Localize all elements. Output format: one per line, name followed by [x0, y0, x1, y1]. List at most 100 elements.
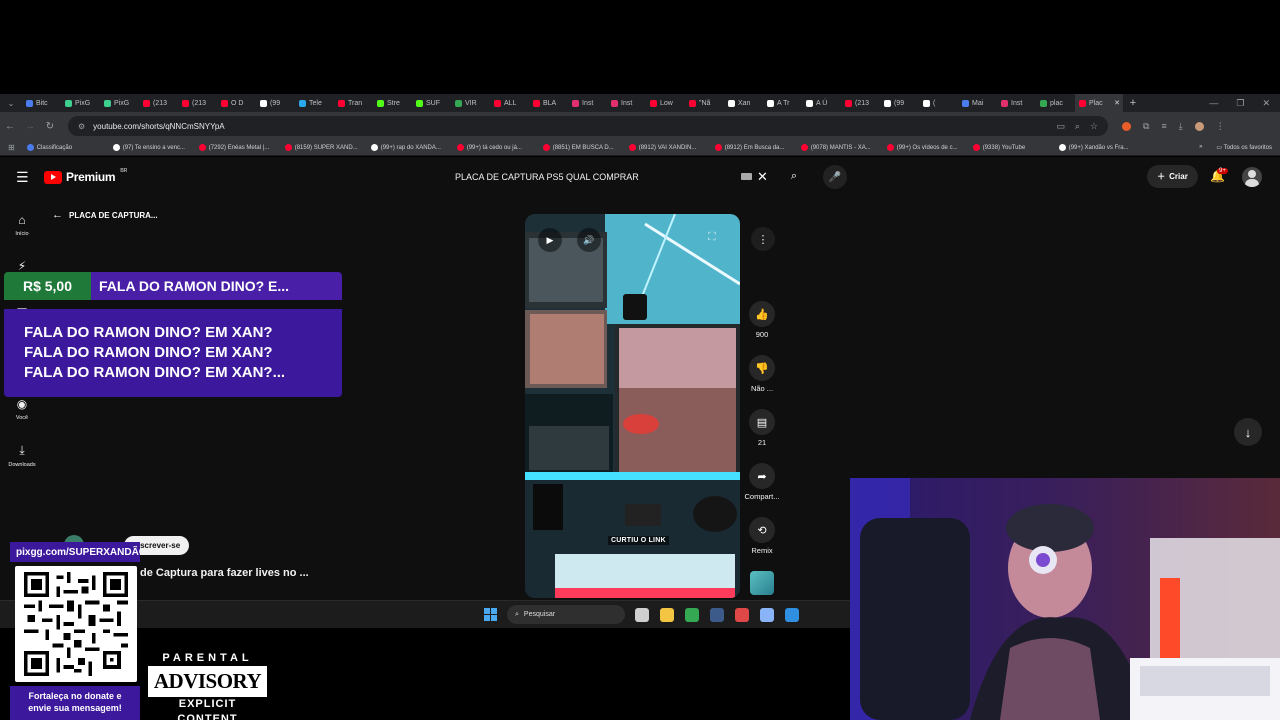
extensions-puzzle-icon[interactable]: ⧉: [1143, 121, 1149, 132]
new-tab-button[interactable]: +: [1123, 97, 1143, 109]
browser-tab[interactable]: Bitc: [22, 94, 61, 112]
profile-avatar[interactable]: [1194, 121, 1204, 131]
browser-tab[interactable]: Inst: [607, 94, 646, 112]
browser-tab[interactable]: PixG: [61, 94, 100, 112]
browser-tab[interactable]: Xan: [724, 94, 763, 112]
browser-tab[interactable]: VIR: [451, 94, 490, 112]
bookmark-star-icon[interactable]: ☆: [1090, 121, 1098, 132]
taskbar-search[interactable]: ⌕ Pesquisar: [507, 605, 625, 624]
voice-search-button[interactable]: 🎤: [823, 165, 847, 189]
next-short-button[interactable]: ↓: [1234, 418, 1262, 446]
bookmark-item[interactable]: (9338) YouTube: [972, 144, 1059, 151]
forward-button[interactable]: →: [20, 121, 40, 132]
fullscreen-icon[interactable]: ⛶: [708, 231, 716, 244]
browser-tab[interactable]: Inst: [997, 94, 1036, 112]
apps-grid-icon[interactable]: ⊞: [8, 143, 15, 152]
media-controls-icon[interactable]: ≡: [1161, 121, 1166, 131]
menu-icon[interactable]: ☰: [16, 169, 29, 186]
bookmark-item[interactable]: (9078) MANTIS - XA...: [800, 144, 887, 151]
close-tab-icon[interactable]: ✕: [1114, 99, 1123, 107]
search-input[interactable]: PLACA DE CAPTURA PS5 QUAL COMPRAR: [446, 166, 776, 187]
bookmark-item[interactable]: (7292) Enéas Metal |...: [198, 144, 285, 151]
url-text[interactable]: youtube.com/shorts/qNNCmSNYYpA: [93, 122, 1048, 131]
browser-tab[interactable]: (99: [256, 94, 295, 112]
guide-item-in-cio[interactable]: ⌂ Início: [0, 202, 44, 248]
browser-tab[interactable]: A Ú: [802, 94, 841, 112]
downloads-icon[interactable]: ⤓: [1179, 121, 1183, 132]
bookmark-item[interactable]: (8159) SUPER XAND...: [284, 144, 371, 151]
thumbs-down-icon[interactable]: 👎: [749, 355, 775, 381]
youtube-premium-logo[interactable]: Premium BR: [44, 168, 127, 184]
bookmark-item[interactable]: (99+) Xandão vs Fra...: [1058, 144, 1145, 151]
steam-taskbar-icon[interactable]: [710, 607, 724, 622]
browser-menu-icon[interactable]: ⋮: [1216, 121, 1225, 132]
task-view-taskbar-icon[interactable]: [635, 607, 649, 622]
omnibox[interactable]: ⚙ youtube.com/shorts/qNNCmSNYYpA ▭ ⌕ ☆: [68, 116, 1108, 136]
browser-tab[interactable]: SUF: [412, 94, 451, 112]
bookmark-item[interactable]: (99+) Os vídeos de c...: [886, 144, 973, 151]
file-explorer-taskbar-icon[interactable]: [660, 607, 674, 622]
bookmark-item[interactable]: Classificação: [26, 144, 113, 151]
comment-icon[interactable]: ▤: [749, 409, 775, 435]
zoom-icon[interactable]: ⌕: [1075, 121, 1080, 132]
minimize-button[interactable]: —: [1209, 98, 1218, 109]
browser-tab[interactable]: Tele: [295, 94, 334, 112]
cast-icon[interactable]: ▭: [1056, 121, 1065, 132]
app-red-taskbar-icon[interactable]: [735, 607, 749, 622]
bookmark-item[interactable]: (8912) VAI XANDIN...: [628, 144, 715, 151]
bookmark-item[interactable]: (8912) Em Busca da...: [714, 144, 801, 151]
thumbs-up-icon[interactable]: 👍: [749, 301, 775, 327]
close-window-button[interactable]: ✕: [1262, 98, 1270, 109]
reload-button[interactable]: ↻: [40, 121, 60, 132]
clear-search-icon[interactable]: ✕: [757, 169, 768, 185]
settings-taskbar-icon[interactable]: [760, 607, 774, 622]
browser-tab[interactable]: Plac ✕: [1075, 94, 1123, 112]
restore-button[interactable]: ❐: [1236, 98, 1244, 109]
browser-tab[interactable]: "Nã: [685, 94, 724, 112]
shorts-player[interactable]: ▶ 🔊 ⛶ CURTIU O LINK: [525, 214, 740, 598]
guide-item-downloads[interactable]: ⤓ Downloads: [0, 432, 44, 478]
back-to-search[interactable]: ← PLACA DE CAPTURA...: [52, 209, 158, 221]
windows-start-icon[interactable]: [484, 608, 497, 621]
more-bookmarks-icon[interactable]: »: [1199, 144, 1202, 151]
share-icon[interactable]: ➦: [749, 463, 775, 489]
remix-icon[interactable]: ⟲: [749, 517, 775, 543]
browser-tab[interactable]: Tran: [334, 94, 373, 112]
bookmark-item[interactable]: (97) Te ensino a venc...: [112, 144, 199, 151]
keyboard-icon[interactable]: [741, 173, 752, 180]
site-info-icon[interactable]: ⚙: [78, 122, 85, 131]
play-button[interactable]: ▶: [538, 228, 562, 252]
bookmark-item[interactable]: (8851) EM BUSCA D...: [542, 144, 629, 151]
browser-tab[interactable]: O D: [217, 94, 256, 112]
back-button[interactable]: ←: [0, 121, 20, 132]
browser-tab[interactable]: (: [919, 94, 958, 112]
browser-tab[interactable]: Mai: [958, 94, 997, 112]
tab-search-button[interactable]: ⌄: [0, 99, 22, 108]
browser-tab[interactable]: (99: [880, 94, 919, 112]
browser-tab[interactable]: Stre: [373, 94, 412, 112]
browser-tab[interactable]: PixG: [100, 94, 139, 112]
more-options-icon[interactable]: ⋮: [751, 227, 775, 251]
browser-tab[interactable]: Low: [646, 94, 685, 112]
pix-qr-overlay: pixgg.com/SUPERXANDÃO Fortaleça no donat…: [10, 542, 140, 720]
short-title[interactable]: de Captura para fazer lives no ...: [140, 567, 309, 579]
chrome-taskbar-icon[interactable]: [685, 607, 699, 622]
browser-tab[interactable]: (213: [178, 94, 217, 112]
browser-tab[interactable]: plac: [1036, 94, 1075, 112]
search-button[interactable]: ⌕: [776, 166, 812, 187]
browser-tab[interactable]: (213: [841, 94, 880, 112]
account-avatar[interactable]: [1242, 167, 1262, 187]
browser-tab[interactable]: Inst: [568, 94, 607, 112]
browser-tab[interactable]: (213: [139, 94, 178, 112]
bookmark-item[interactable]: (99+) tá cedo ou já...: [456, 144, 543, 151]
bookmark-item[interactable]: (99+) rap do XANDÃ...: [370, 144, 457, 151]
all-favorites-folder[interactable]: ▭ Todos os favoritos: [1216, 144, 1272, 151]
sound-thumbnail[interactable]: [750, 571, 774, 595]
create-button[interactable]: ＋ Criar: [1147, 165, 1198, 188]
app-blue-taskbar-icon[interactable]: [785, 607, 799, 622]
browser-tab[interactable]: ALL: [490, 94, 529, 112]
volume-button[interactable]: 🔊: [577, 228, 601, 252]
browser-tab[interactable]: BLA: [529, 94, 568, 112]
extension-icon[interactable]: [1122, 121, 1131, 131]
browser-tab[interactable]: A Tr: [763, 94, 802, 112]
